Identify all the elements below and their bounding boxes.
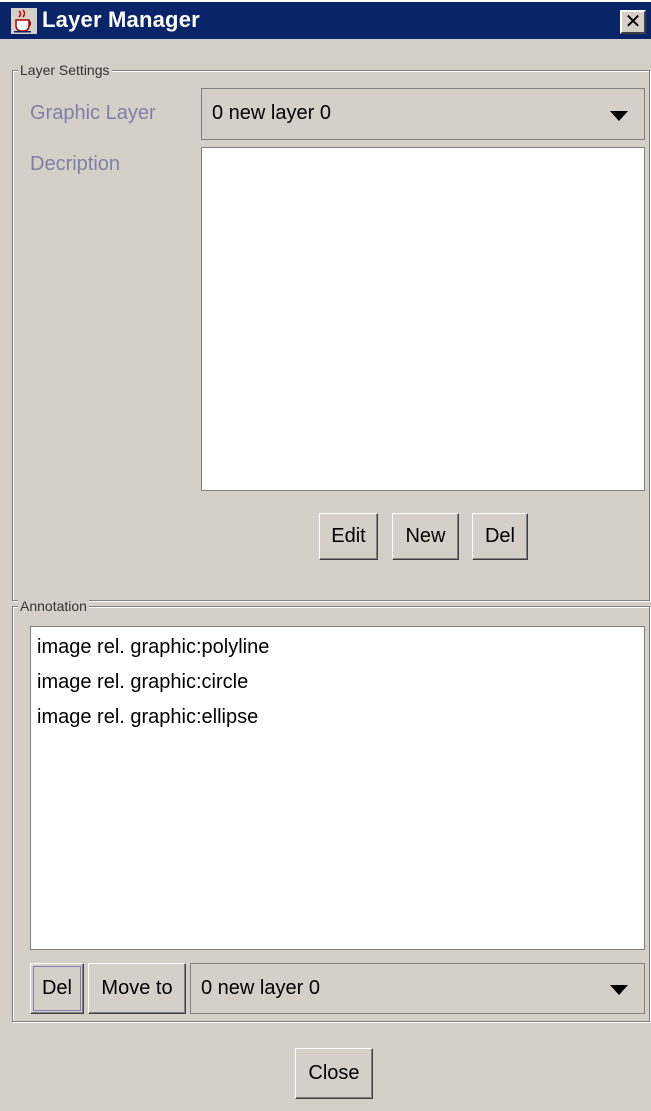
layer-manager-window: Layer Manager ✕ Layer Settings Graphic L… [0,0,651,1111]
annotation-list[interactable]: image rel. graphic:polyline image rel. g… [30,626,645,950]
edit-button[interactable]: Edit [319,513,378,560]
chevron-down-icon [610,985,628,995]
description-textarea[interactable] [201,147,645,491]
list-item[interactable]: image rel. graphic:circle [31,668,644,703]
delete-layer-button-label: Del [484,525,515,547]
layer-settings-title: Layer Settings [18,62,112,78]
title-bar[interactable]: Layer Manager ✕ [0,0,651,39]
close-window-button[interactable]: ✕ [620,10,646,34]
new-button[interactable]: New [392,513,459,560]
window-title: Layer Manager [42,7,200,32]
move-to-button-label: Move to [101,977,173,999]
target-layer-dropdown[interactable]: 0 new layer 0 [190,963,645,1014]
close-icon: ✕ [624,9,642,33]
delete-annotation-button[interactable]: Del [30,963,84,1014]
list-item[interactable]: image rel. graphic:ellipse [31,703,644,738]
java-coffee-cup-icon [11,8,37,34]
graphic-layer-value: 0 new layer 0 [212,102,331,124]
delete-layer-button[interactable]: Del [472,513,528,560]
edit-button-label: Edit [331,525,366,547]
close-button[interactable]: Close [295,1048,373,1099]
delete-annotation-button-label: Del [41,977,72,999]
close-button-label: Close [308,1062,360,1084]
target-layer-value: 0 new layer 0 [201,977,320,999]
new-button-label: New [405,525,446,547]
move-to-button[interactable]: Move to [88,963,186,1014]
list-item[interactable]: image rel. graphic:polyline [31,633,644,668]
graphic-layer-dropdown[interactable]: 0 new layer 0 [201,88,645,140]
graphic-layer-label: Graphic Layer [30,102,156,124]
chevron-down-icon [610,111,628,121]
annotation-title: Annotation [18,598,89,614]
description-label: Decription [30,153,121,175]
